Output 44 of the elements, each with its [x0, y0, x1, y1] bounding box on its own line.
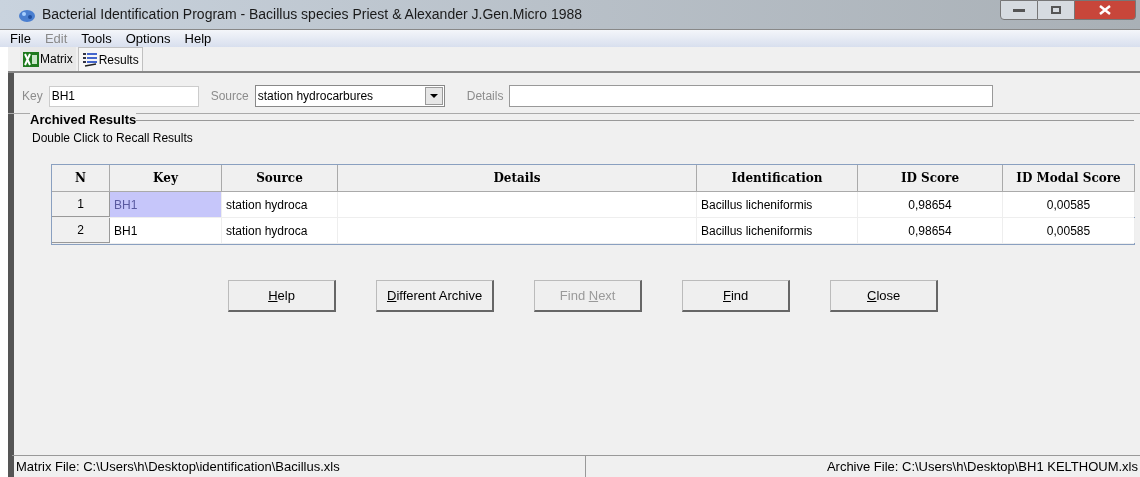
- dialog-button[interactable]: Help: [228, 280, 336, 312]
- column-header[interactable]: Details: [338, 165, 697, 192]
- spreadsheet-icon: [23, 51, 39, 67]
- list-icon: [81, 52, 98, 67]
- status-text: Matrix File: C:\Users\h\Desktop\identification\Bacillus.xls: [12, 456, 586, 477]
- key-field[interactable]: BH1: [48, 85, 199, 107]
- table-cell: 0,00585: [1003, 192, 1135, 217]
- column-header[interactable]: Identification: [697, 165, 858, 192]
- field-label: Source: [210, 88, 249, 105]
- column-header[interactable]: ID Score: [858, 165, 1003, 192]
- minimize-button[interactable]: [1000, 0, 1038, 20]
- field-label: Key: [22, 88, 43, 105]
- menu-item[interactable]: File: [10, 28, 31, 49]
- close-button[interactable]: [1074, 0, 1136, 20]
- dropdown-arrow-icon: [429, 94, 438, 98]
- menu-item[interactable]: Help: [184, 28, 212, 49]
- column-header[interactable]: ID Modal Score: [1003, 165, 1135, 192]
- table-cell: station hydroca: [222, 218, 338, 243]
- tab[interactable]: Matrix: [20, 47, 76, 71]
- source-dropdown[interactable]: station hydrocarbures: [254, 85, 445, 107]
- maximize-button[interactable]: [1038, 0, 1074, 20]
- status-text: Archive File: C:\Users\h\Desktop\BH1 KELTHOUM.xls: [825, 457, 1139, 476]
- details-field[interactable]: [509, 85, 994, 107]
- table-cell: BH1: [110, 192, 222, 217]
- table-cell: 0,00585: [1003, 218, 1135, 243]
- row-header[interactable]: 1: [52, 192, 110, 217]
- table-cell: BH1: [110, 218, 222, 243]
- table-cell: Bacillus licheniformis: [697, 192, 858, 217]
- column-header[interactable]: Source: [222, 165, 338, 192]
- row-header[interactable]: 2: [52, 218, 110, 243]
- window-title: Bacterial Identification Program - Bacillus species Priest & Alexander J.Gen.Micro 1988: [42, 5, 583, 24]
- field-label: Details: [466, 88, 504, 105]
- tab[interactable]: Results: [77, 47, 143, 71]
- dialog-button[interactable]: Close: [830, 280, 939, 312]
- close-icon: [1099, 5, 1111, 15]
- table-cell: station hydroca: [222, 192, 338, 217]
- hint-text: Double Click to Recall Results: [32, 130, 194, 147]
- dialog-button[interactable]: Different Archive: [376, 280, 495, 312]
- table-cell: 0,98654: [858, 192, 1003, 217]
- table-cell: Bacillus licheniformis: [697, 218, 858, 243]
- table-cell: 0,98654: [858, 218, 1003, 243]
- dialog-button[interactable]: Find: [682, 280, 791, 312]
- menu-item[interactable]: Tools: [81, 28, 112, 49]
- menu-item[interactable]: Options: [125, 28, 171, 49]
